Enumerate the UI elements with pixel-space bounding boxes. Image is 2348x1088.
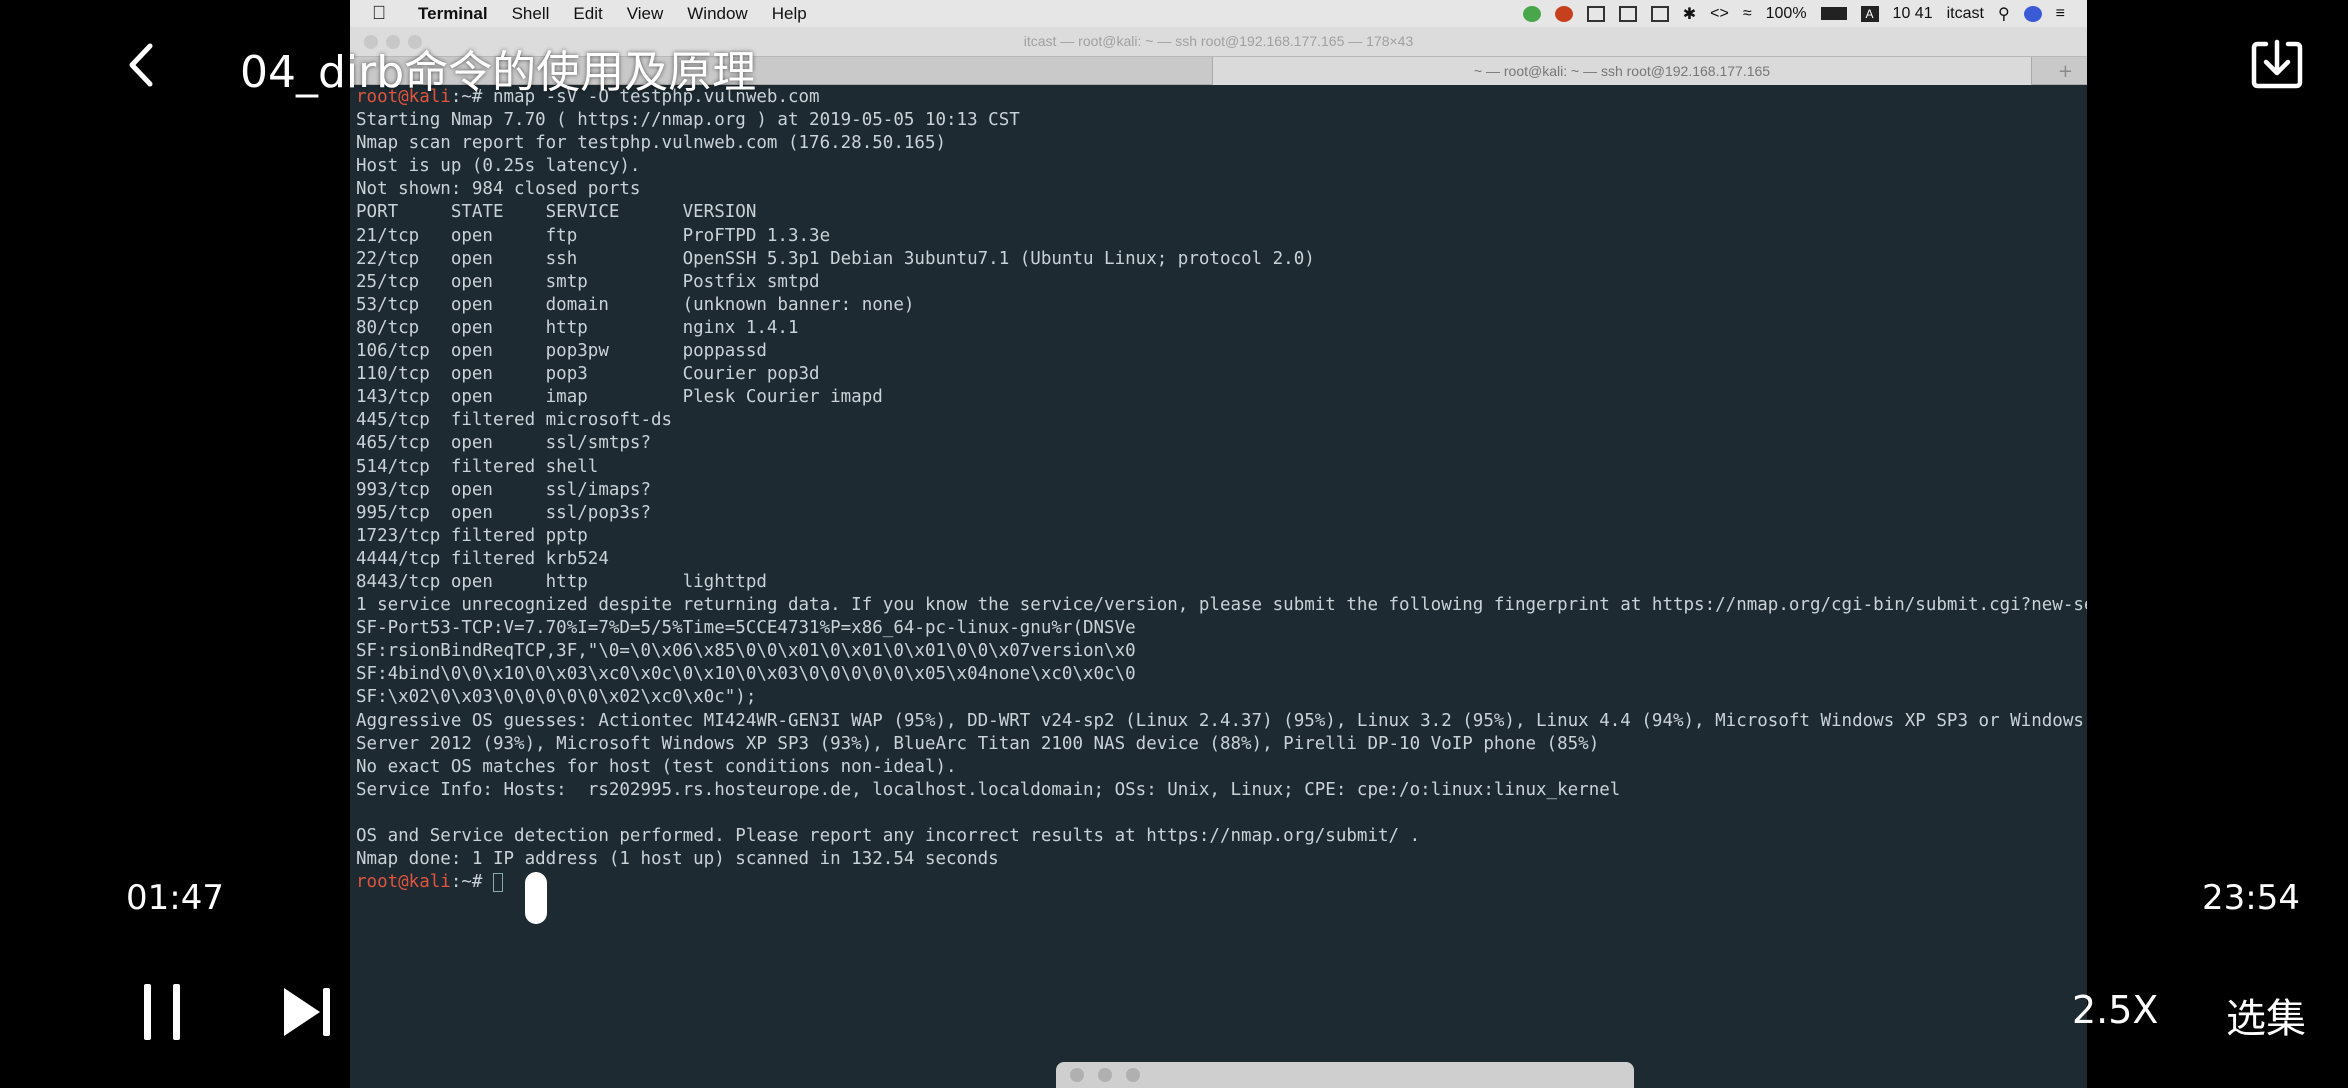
terminal-line: SF:4bind\0\0\x10\0\x03\xc0\x0c\0\x10\0\x… (356, 664, 1136, 685)
menu-edit: Edit (573, 3, 603, 23)
terminal-line: 8443/tcp open http lighttpd (356, 571, 767, 592)
menu-help: Help (771, 3, 807, 23)
wifi-icon: ≈ (1742, 4, 1752, 22)
progress-bar[interactable] (410, 895, 2090, 899)
menu-window: Window (687, 3, 748, 23)
terminal-line: SF:\x02\0\x03\0\0\0\0\0\x02\xc0\x0c"); (356, 687, 757, 708)
menu-status-area: ✱ <> ≈ 100% A 10 41 itcast ⚲ ≡ (1522, 0, 2065, 27)
input-source-icon: A (1860, 5, 1879, 22)
terminal-cursor (492, 872, 503, 892)
video-title: 04_dirb命令的使用及原理 (240, 47, 757, 98)
window-status-icon (1586, 5, 1605, 22)
terminal-line: Nmap scan report for testphp.vulnweb.com… (356, 133, 947, 154)
notification-list-icon: ≡ (2055, 4, 2065, 22)
terminal-line: Starting Nmap 7.70 ( https://nmap.org ) … (356, 110, 1020, 131)
pause-icon (144, 984, 180, 1040)
terminal-line: 1723/tcp filtered pptp (356, 525, 588, 546)
terminal-line: 21/tcp open ftp ProFTPD 1.3.3e (356, 225, 831, 246)
terminal-line: 143/tcp open imap Plesk Courier imapd (356, 387, 883, 408)
spotlight-search-icon: ⚲ (1997, 5, 2010, 23)
bluetooth-icon: ✱ (1682, 5, 1697, 23)
terminal-line: 110/tcp open pop3 Courier pop3d (356, 364, 820, 385)
terminal-line: OS and Service detection performed. Plea… (356, 826, 1421, 846)
terminal-line: SF-Port53-TCP:V=7.70%I=7%D=5/5%Time=5CCE… (356, 618, 1136, 639)
download-button[interactable] (2248, 36, 2306, 94)
terminal-line: 465/tcp open ssl/smtps? (356, 433, 652, 454)
back-button[interactable] (118, 40, 168, 90)
terminal-line: SF:rsionBindReqTCP,3F,"\0=\0\x06\x85\0\0… (356, 641, 1136, 662)
terminal-line: No exact OS matches for host (test condi… (356, 756, 957, 777)
download-icon (2251, 39, 2303, 89)
apple-icon:  (372, 3, 394, 25)
terminal-line: Service Info: Hosts: rs202995.rs.hosteur… (356, 779, 1621, 800)
dock-dot (1098, 1068, 1112, 1082)
terminal-line: 4444/tcp filtered krb524 (356, 548, 609, 569)
screen-status-icon (1618, 5, 1637, 22)
recording-status-icon (1554, 5, 1573, 22)
battery-icon (1820, 7, 1847, 20)
terminal-line: 80/tcp open http nginx 1.4.1 (356, 317, 799, 338)
prompt-user: root@kali (356, 872, 451, 893)
episodes-button[interactable]: 选集 (2226, 986, 2306, 1044)
pause-button[interactable] (142, 984, 182, 1040)
next-episode-button[interactable] (282, 986, 332, 1038)
new-tab-icon: + (2057, 61, 2073, 82)
menu-clock: 10 41 (1892, 4, 1933, 22)
terminal-line: 514/tcp filtered shell (356, 456, 599, 477)
battery-percent: 100% (1765, 4, 1807, 22)
terminal-line: 995/tcp open ssl/pop3s? (356, 502, 652, 523)
menu-user: itcast (1946, 4, 1984, 22)
terminal-line: 1 service unrecognized despite returning… (356, 595, 2087, 616)
terminal-line: 445/tcp filtered microsoft-ds (356, 410, 673, 431)
siri-icon (2023, 5, 2042, 22)
terminal-line: 25/tcp open smtp Postfix smtpd (356, 271, 820, 292)
progress-thumb[interactable] (525, 872, 547, 924)
dock-dot (1070, 1068, 1084, 1082)
terminal-prompt-line: root@kali:~# (356, 871, 2076, 894)
terminal-tab: ~ — root@kali: ~ — ssh root@192.168.177.… (1212, 57, 2032, 85)
menu-app-name: Terminal (418, 3, 488, 23)
terminal-line: Aggressive OS guesses: Actiontec MI424WR… (356, 710, 2087, 731)
playback-speed-button[interactable]: 2.5X (2072, 988, 2158, 1032)
terminal-line: Not shown: 984 closed ports (356, 179, 641, 200)
code-icon: <> (1710, 4, 1729, 22)
video-frame[interactable]:  Terminal Shell Edit View Window Help ✱… (350, 0, 2087, 1088)
terminal-line: Host is up (0.25s latency). (356, 156, 641, 177)
upload-status-icon (1522, 5, 1541, 22)
dock-dot (1126, 1068, 1140, 1082)
terminal-line: Nmap done: 1 IP address (1 host up) scan… (356, 849, 999, 870)
current-time: 01:47 (126, 878, 224, 918)
mac-menu-bar:  Terminal Shell Edit View Window Help ✱… (350, 0, 2087, 27)
terminal-line: 106/tcp open pop3pw poppassd (356, 341, 767, 362)
terminal-output: root@kali:~# nmap -sV -O testphp.vulnweb… (356, 86, 2087, 1076)
terminal-line: 22/tcp open ssh OpenSSH 5.3p1 Debian 3ub… (356, 248, 1315, 269)
prompt-text: :~# (450, 872, 493, 893)
terminal-line: Server 2012 (93%), Microsoft Windows XP … (356, 733, 1600, 754)
terminal-line: PORT STATE SERVICE VERSION (356, 202, 757, 223)
skip-next-icon (284, 988, 330, 1036)
terminal-line: 53/tcp open domain (unknown banner: none… (356, 294, 915, 315)
grid-status-icon (1650, 5, 1669, 22)
dock-fragment (1056, 1062, 1634, 1088)
menu-view: View (626, 3, 664, 23)
total-time: 23:54 (2202, 878, 2300, 918)
menu-shell: Shell (511, 3, 550, 23)
terminal-lines: Starting Nmap 7.70 ( https://nmap.org ) … (356, 109, 2087, 871)
terminal-line: 993/tcp open ssl/imaps? (356, 479, 652, 500)
chevron-left-icon (129, 43, 153, 87)
